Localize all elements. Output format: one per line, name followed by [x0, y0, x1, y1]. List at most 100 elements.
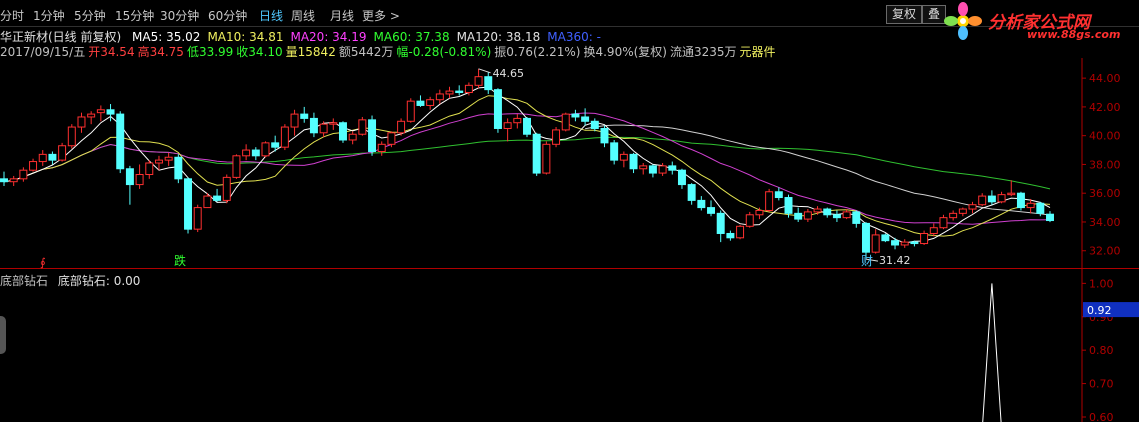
timeframe-tab[interactable]: 月线 [330, 7, 354, 24]
candle-body [29, 161, 38, 171]
indicator-tick-label: 1.00 [1089, 277, 1114, 290]
quote-value: 开34.54 [88, 45, 135, 59]
candle-body [745, 214, 754, 227]
candle-body [677, 169, 686, 186]
candle-body [96, 109, 105, 114]
candle-body [474, 76, 483, 86]
ma-value: MA120: 38.18 [456, 30, 541, 44]
candle-body [426, 99, 435, 106]
candle-body [687, 184, 696, 201]
price-tick-label: 40.00 [1089, 130, 1121, 143]
candle-body [648, 165, 657, 174]
candle-body [484, 76, 493, 91]
candle-body [697, 199, 706, 209]
candle-body [87, 113, 96, 118]
candle-body [978, 195, 987, 206]
stock-title: 华正新材(日线 前复权) [0, 30, 122, 44]
candle-body [561, 113, 570, 131]
quote-value: 低33.99 [186, 45, 234, 59]
quote-value: 收34.10 [236, 45, 283, 59]
timeframe-tab[interactable]: 60分钟 [208, 7, 247, 24]
candle-body [222, 176, 231, 201]
candle-body [19, 169, 28, 180]
candle-body [135, 174, 144, 186]
candle-body [871, 234, 880, 253]
candle-body [1046, 213, 1054, 222]
quote-value: 幅-0.28(-0.81%) [396, 45, 492, 59]
candle-body [145, 162, 154, 176]
candle-body [532, 133, 541, 174]
candle-body [571, 113, 580, 118]
candle-body [77, 116, 86, 128]
quote-value: 量15842 [285, 45, 336, 59]
timeframe-tab[interactable]: 15分钟 [115, 7, 154, 24]
candle-body [1036, 202, 1045, 214]
candle-body [958, 208, 967, 214]
candle-body [309, 117, 318, 134]
indicator-line [982, 283, 1002, 422]
candle-body [406, 100, 415, 122]
indicator-tick-label: 0.80 [1089, 344, 1114, 357]
timeframe-tab[interactable]: 分时 [0, 7, 24, 24]
timeframe-tab[interactable]: 更多 > [362, 7, 400, 24]
quote-value: 高34.75 [137, 45, 184, 59]
candle-body [658, 165, 667, 174]
candle-body [0, 178, 8, 183]
ma5-line [3, 86, 1051, 244]
candle-body [455, 90, 464, 94]
candle-body [1007, 192, 1016, 196]
candle-body [987, 195, 996, 203]
candle-body [125, 168, 134, 186]
candle-body [503, 122, 512, 129]
candle-body [464, 84, 473, 94]
candle-body [997, 194, 1006, 203]
drop-marker: 跌 [174, 253, 186, 268]
candle-body [949, 212, 958, 219]
candle-body [726, 232, 735, 239]
candle-body [116, 113, 125, 170]
candle-body [968, 204, 977, 210]
left-marker: ∮ [40, 256, 46, 269]
candle-body [280, 126, 289, 148]
candle-body [891, 240, 900, 246]
candle-body [261, 142, 270, 157]
candle-body [154, 159, 163, 164]
timeframe-tab[interactable]: 周线 [291, 7, 315, 24]
candle-body [774, 191, 783, 199]
ma-value: MA20: 34.19 [290, 30, 367, 44]
timeframe-tab[interactable]: 30分钟 [160, 7, 199, 24]
candle-body [9, 178, 18, 183]
timeframe-tab[interactable]: 日线 [259, 7, 283, 24]
quote-value: 振0.76(2.21%) [494, 45, 581, 59]
candle-body [445, 90, 454, 95]
candle-body [813, 208, 822, 213]
candle-body [823, 208, 832, 216]
candle-body [939, 217, 948, 229]
site-logo: 分析家公式网 www.88gs.com [939, 0, 1139, 42]
candle-body [755, 209, 764, 216]
price-tick-label: 34.00 [1089, 216, 1121, 229]
candle-body [610, 142, 619, 161]
timeframe-tab[interactable]: 1分钟 [33, 7, 65, 24]
candle-body [716, 212, 725, 234]
candle-body [319, 123, 328, 134]
candle-body [619, 153, 628, 161]
high-price-label: 44.65 [493, 67, 525, 80]
candle-body [174, 156, 183, 180]
price-chart[interactable]: 44.00 42.00 40.00 38.00 36.00 34.00 32.00 44.65… [0, 58, 1139, 270]
candle-body [58, 145, 67, 161]
candle-body [861, 222, 870, 253]
panel-collapse-handle[interactable] [0, 316, 6, 354]
candle-body [348, 133, 357, 141]
adjust-button[interactable]: 复权 [886, 5, 923, 24]
price-tick-label: 32.00 [1089, 245, 1121, 258]
timeframe-tab[interactable]: 5分钟 [74, 7, 106, 24]
candle-body [358, 119, 367, 135]
indicator-chart[interactable]: 1.000.900.800.700.600.92 [0, 270, 1139, 422]
candle-body [193, 207, 202, 230]
price-tick-label: 36.00 [1089, 187, 1121, 200]
quote-value: 流通3235万 [669, 45, 737, 59]
logo-url: www.88gs.com [1027, 28, 1121, 41]
candle-body [600, 127, 609, 144]
indicator-tick-label: 0.70 [1089, 378, 1114, 391]
